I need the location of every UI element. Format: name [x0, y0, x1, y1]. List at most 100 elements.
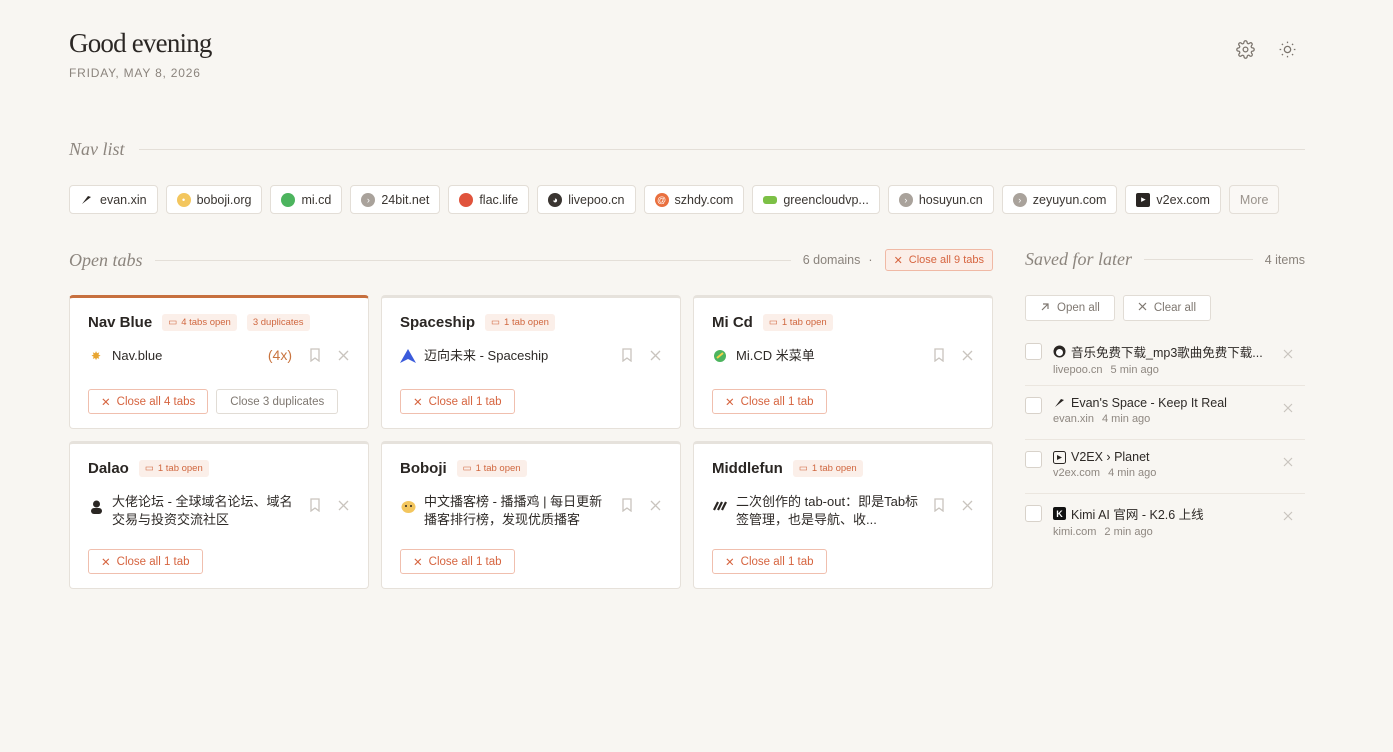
- saved-item-domain: livepoo.cn: [1053, 364, 1103, 376]
- close-icon[interactable]: [1283, 344, 1295, 359]
- bookmark-icon[interactable]: [308, 348, 322, 362]
- close-group-tabs-button[interactable]: ✕ Close all 4 tabs: [88, 389, 209, 414]
- badge-label: 1 tab open: [781, 317, 827, 328]
- tab-title: 二次创作的 tab-out：即是Tab标签管理，也是导航、收...: [736, 494, 919, 527]
- leaf-icon: [712, 348, 728, 364]
- saved-item-domain: v2ex.com: [1053, 467, 1101, 479]
- nav-chip-v2ex[interactable]: ▸ v2ex.com: [1125, 185, 1221, 214]
- stripes-icon: [712, 498, 728, 514]
- button-label: Close all 1 tab: [428, 555, 502, 568]
- tab-row[interactable]: 二次创作的 tab-out：即是Tab标签管理，也是导航、收...: [712, 493, 974, 529]
- gear-icon[interactable]: [1235, 39, 1255, 59]
- saved-item-time: 5 min ago: [1110, 364, 1159, 376]
- nav-chip-flac-life[interactable]: flac.life: [448, 185, 530, 214]
- close-icon: ✕: [413, 556, 423, 569]
- close-group-tabs-button[interactable]: ✕ Close all 1 tab: [400, 389, 515, 414]
- close-icon: ✕: [413, 396, 423, 409]
- close-icon[interactable]: [1283, 398, 1295, 413]
- saved-list: 音乐免费下载_mp3歌曲免费下载... livepoo.cn 5 min ago …: [1025, 332, 1305, 548]
- saved-checkbox[interactable]: [1025, 343, 1042, 360]
- badge-label: 1 tab open: [157, 463, 203, 474]
- nav-chip-label: szhdy.com: [674, 192, 734, 207]
- tab-title: 迈向未来 - Spaceship: [424, 348, 549, 363]
- tab-group-card-nav-blue: Nav Blue ▭ 4 tabs open 3 duplicates ✸ Nav…: [69, 295, 369, 429]
- tab-groups-grid: Nav Blue ▭ 4 tabs open 3 duplicates ✸ Nav…: [69, 295, 993, 589]
- tab-row[interactable]: 迈向未来 - Spaceship: [400, 347, 662, 365]
- calendar-icon: ▭: [168, 317, 178, 328]
- tabs-open-badge: ▭ 1 tab open: [762, 314, 833, 331]
- nav-chip-zeyuyun[interactable]: › zeyuyun.com: [1001, 185, 1118, 214]
- badge-label: 1 tab open: [504, 317, 549, 328]
- nav-chip-label: evan.xin: [100, 192, 147, 207]
- tabs-meta: 6 domains ·: [803, 253, 873, 267]
- calendar-icon: ▭: [144, 463, 154, 474]
- close-icon[interactable]: [1283, 506, 1295, 521]
- bookmark-icon[interactable]: [308, 498, 322, 512]
- close-icon[interactable]: [648, 348, 662, 362]
- tab-row[interactable]: ✸ Nav.blue (4x): [88, 347, 350, 365]
- bookmark-icon[interactable]: [932, 348, 946, 362]
- close-group-tabs-button[interactable]: ✕ Close all 1 tab: [400, 549, 515, 574]
- badge-label: 1 tab open: [811, 463, 857, 474]
- close-icon: ✕: [725, 396, 735, 409]
- tab-row[interactable]: 中文播客榜 - 播播鸡 | 每日更新播客排行榜，发现优质播客: [400, 493, 662, 529]
- close-group-tabs-button[interactable]: ✕ Close all 1 tab: [712, 389, 827, 414]
- close-icon[interactable]: [960, 348, 974, 362]
- nav-chip-boboji[interactable]: • boboji.org: [165, 185, 263, 214]
- divider: [154, 259, 791, 261]
- close-group-tabs-button[interactable]: ✕ Close all 1 tab: [88, 549, 203, 574]
- v2ex-icon: [1053, 450, 1066, 464]
- close-icon[interactable]: [1283, 452, 1295, 467]
- saved-item[interactable]: K Kimi AI 官网 - K2.6 上线 kimi.com 2 min ago: [1025, 494, 1305, 548]
- saved-item[interactable]: Evan's Space - Keep It Real evan.xin 4 mi…: [1025, 386, 1305, 440]
- close-all-tabs-label: Close all 9 tabs: [908, 254, 984, 266]
- saved-item-time: 4 min ago: [1101, 413, 1151, 425]
- feather-icon: [1053, 397, 1066, 410]
- tab-group-card-spaceship: Spaceship ▭ 1 tab open 迈向未来 - Spaceship ✕…: [381, 295, 681, 429]
- tab-title: 中文播客榜 - 播播鸡 | 每日更新播客排行榜，发现优质播客: [424, 494, 603, 527]
- close-icon[interactable]: [960, 498, 974, 512]
- more-button[interactable]: More: [1228, 185, 1280, 214]
- nav-chip-24bit[interactable]: › 24bit.net: [350, 185, 441, 214]
- domains-count: 6 domains: [802, 253, 861, 267]
- open-all-button[interactable]: Open all: [1025, 295, 1115, 321]
- saved-item[interactable]: V2EX › Planet v2ex.com 4 min ago: [1025, 440, 1305, 494]
- close-icon[interactable]: [648, 498, 662, 512]
- tab-title: Mi.CD 米菜单: [736, 348, 815, 363]
- close-icon: ✕: [101, 396, 111, 409]
- tabs-open-badge: ▭ 1 tab open: [485, 314, 555, 331]
- saved-checkbox[interactable]: [1025, 397, 1042, 414]
- close-group-tabs-button[interactable]: ✕ Close all 1 tab: [712, 549, 827, 574]
- v2ex-icon: ▸: [1136, 192, 1151, 207]
- saved-checkbox[interactable]: [1025, 505, 1042, 522]
- clear-all-button[interactable]: Clear all: [1122, 295, 1212, 321]
- divider: [1143, 259, 1253, 260]
- tab-row[interactable]: 大佬论坛 - 全球域名论坛、域名交易与投资交流社区: [88, 493, 350, 529]
- close-icon[interactable]: [336, 348, 350, 362]
- nav-chip-greencloud[interactable]: greencloudvp...: [752, 185, 880, 214]
- tab-title: Nav.blue: [112, 348, 163, 363]
- face-icon: [1053, 345, 1066, 358]
- saved-checkbox[interactable]: [1025, 451, 1042, 468]
- bookmark-icon[interactable]: [932, 498, 946, 512]
- nav-chip-livepoo[interactable]: ◕ livepoo.cn: [537, 185, 636, 214]
- bookmark-icon[interactable]: [620, 348, 634, 362]
- arrow-circle-icon: ›: [361, 192, 376, 207]
- saved-item-title: 音乐免费下载_mp3歌曲免费下载...: [1071, 346, 1263, 360]
- saved-item[interactable]: 音乐免费下载_mp3歌曲免费下载... livepoo.cn 5 min ago: [1025, 332, 1305, 386]
- nav-chip-evan-xin[interactable]: evan.xin: [69, 185, 158, 214]
- nav-chip-mi-cd[interactable]: mi.cd: [270, 185, 343, 214]
- nav-chip-szhdy[interactable]: @ szhdy.com: [643, 185, 745, 214]
- card-title: Spaceship: [400, 314, 476, 331]
- close-duplicates-button[interactable]: Close 3 duplicates: [216, 389, 339, 414]
- bookmark-icon[interactable]: [620, 498, 634, 512]
- saved-count: 4 items: [1264, 252, 1305, 267]
- close-all-tabs-button[interactable]: ✕ Close all 9 tabs: [884, 249, 993, 271]
- nav-chip-hosuyun[interactable]: › hosuyun.cn: [887, 185, 994, 214]
- sun-icon[interactable]: [1277, 39, 1297, 59]
- close-icon[interactable]: [336, 498, 350, 512]
- tab-row[interactable]: Mi.CD 米菜单: [712, 347, 974, 365]
- date-label: FRIDAY, MAY 8, 2026: [69, 66, 201, 80]
- tab-group-card-mi-cd: Mi Cd ▭ 1 tab open Mi.CD 米菜单 ✕ Close all 1…: [693, 295, 993, 429]
- chick-icon: [400, 498, 416, 514]
